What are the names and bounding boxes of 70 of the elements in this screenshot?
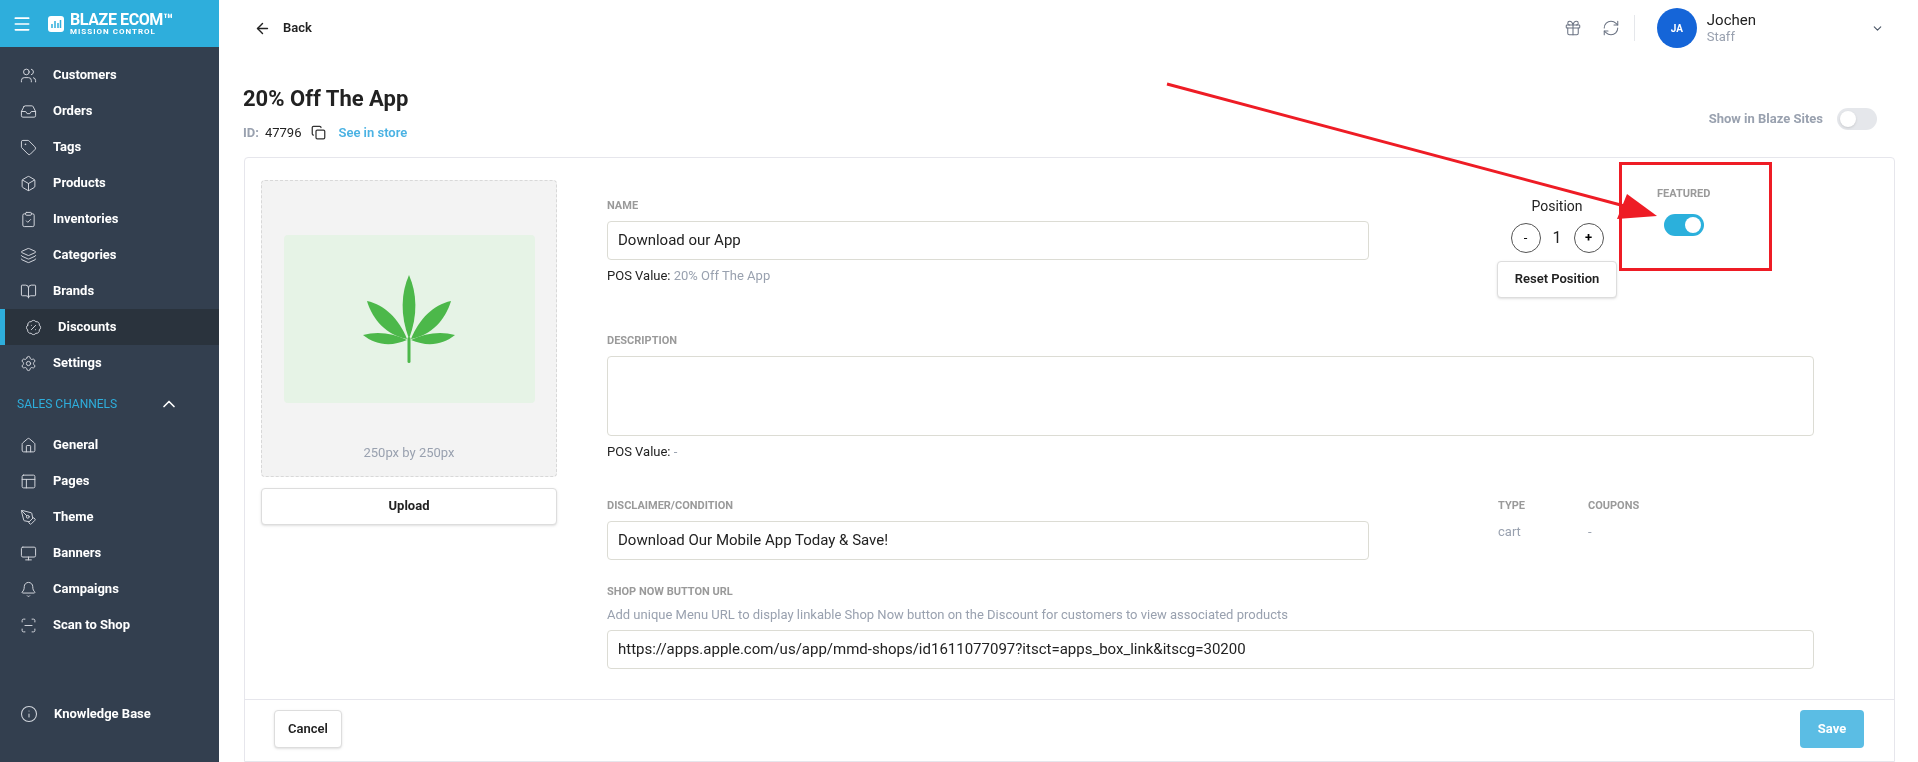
- field-help: Add unique Menu URL to display linkable Shop Now button on the Discount for customers to view associated products: [607, 605, 1289, 624]
- show-in-sites-toggle[interactable]: [1837, 108, 1877, 130]
- sidebar-item[interactable]: Orders: [0, 93, 219, 129]
- field-label: SHOP NOW BUTTON URL: [607, 584, 734, 600]
- sidebar-item[interactable]: Banners: [0, 535, 219, 571]
- meta-label: COUPONS: [1588, 497, 1641, 514]
- sidebar-item[interactable]: Settings: [0, 345, 219, 381]
- field-label: DISCLAIMER/CONDITION: [607, 497, 735, 514]
- sidebar-item[interactable]: Brands: [0, 273, 219, 309]
- pos-value: POS Value: -: [607, 443, 679, 461]
- info-icon: [20, 705, 38, 723]
- brand-name: BLAZE ECOM™: [70, 11, 173, 28]
- field-label: DESCRIPTION: [607, 332, 679, 349]
- sidebar-item[interactable]: General: [0, 427, 219, 463]
- scan-icon: [20, 616, 37, 634]
- brand-tagline: MISSION CONTROL: [70, 27, 157, 36]
- sidebar-item[interactable]: Knowledge Base: [0, 696, 219, 732]
- id-value: 47796: [264, 124, 302, 142]
- url-input[interactable]: https://apps.apple.com/us/app/mmd-shops/id1611077097?itsct=apps_box_link&itscg=30200: [607, 630, 1814, 669]
- clipboard-icon: [20, 210, 37, 228]
- toggle-label: Show in Blaze Sites: [1708, 110, 1823, 129]
- sidebar-item[interactable]: Customers: [0, 57, 219, 93]
- home-icon: [20, 436, 37, 454]
- refresh-icon[interactable]: [1601, 19, 1620, 37]
- user-name: Jochen: [1706, 10, 1756, 30]
- position-value: 1: [1552, 226, 1562, 249]
- inbox-icon: [20, 102, 37, 120]
- bell-icon: [20, 580, 37, 598]
- pos-value: POS Value: 20% Off The App: [607, 267, 772, 285]
- sidebar-item[interactable]: Categories: [0, 237, 219, 273]
- reset-position-button[interactable]: Reset Position: [1497, 260, 1617, 298]
- sidebar-item[interactable]: Scan to Shop: [0, 607, 219, 643]
- sidebar-item[interactable]: Campaigns: [0, 571, 219, 607]
- tag-icon: [20, 138, 37, 156]
- sidebar-item[interactable]: Tags: [0, 129, 219, 165]
- name-input[interactable]: Download our App: [607, 221, 1369, 260]
- avatar[interactable]: JA: [1656, 8, 1697, 48]
- upload-button[interactable]: Upload: [261, 487, 557, 525]
- copy-icon[interactable]: [311, 125, 327, 141]
- section-header[interactable]: SALES CHANNELS: [0, 381, 219, 427]
- image-size-caption: 250px by 250px: [363, 443, 455, 462]
- sidebar-item[interactable]: Theme: [0, 499, 219, 535]
- sidebar-item[interactable]: Pages: [0, 463, 219, 499]
- user-role: Staff: [1706, 29, 1736, 46]
- book-icon: [20, 282, 37, 300]
- back-link[interactable]: Back: [254, 18, 312, 38]
- featured-label: FEATURED: [1657, 185, 1711, 202]
- monitor-icon: [20, 544, 37, 562]
- layout-icon: [20, 472, 37, 490]
- disclaimer-input[interactable]: Download Our Mobile App Today & Save!: [607, 521, 1369, 560]
- meta-value: cart: [1498, 523, 1522, 541]
- position-label: Position: [1531, 196, 1583, 216]
- settings-icon: [20, 354, 37, 372]
- id-label: ID:: [243, 124, 259, 142]
- sidebar-item[interactable]: Products: [0, 165, 219, 201]
- field-label: NAME: [607, 197, 640, 214]
- meta-value: -: [1588, 523, 1593, 541]
- gift-icon[interactable]: [1563, 19, 1582, 37]
- users-icon: [20, 66, 37, 84]
- layers-icon: [20, 246, 37, 264]
- logo-icon: [48, 15, 64, 32]
- featured-toggle[interactable]: [1663, 214, 1704, 236]
- percent-badge-icon: [25, 318, 42, 336]
- cancel-button[interactable]: Cancel: [274, 709, 342, 748]
- pen-icon: [20, 508, 37, 526]
- sidebar-item[interactable]: Discounts: [0, 309, 219, 345]
- page-title: 20% Off The App: [243, 85, 409, 113]
- sidebar-item[interactable]: Inventories: [0, 201, 219, 237]
- box-icon: [20, 174, 37, 192]
- meta-label: TYPE: [1498, 497, 1526, 514]
